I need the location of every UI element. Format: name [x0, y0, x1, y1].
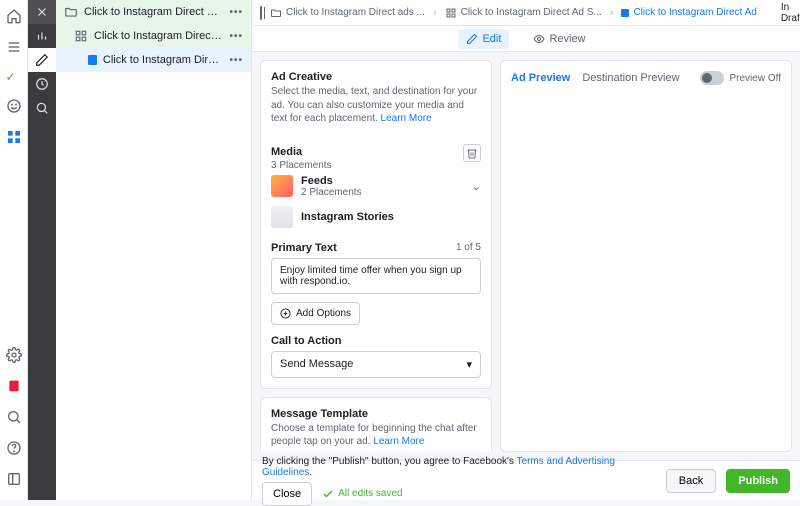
tree-campaign-label: Click to Instagram Direct ads Campaign — [84, 6, 223, 18]
tree-ad-row[interactable]: Click to Instagram Direct Ad ••• — [56, 48, 251, 72]
clock-tool-icon[interactable] — [28, 72, 56, 96]
more-icon[interactable]: ••• — [229, 7, 243, 18]
main-panel: Click to Instagram Direct ads ... › Clic… — [252, 0, 800, 500]
chevron-right-icon: › — [433, 7, 437, 19]
home-icon[interactable] — [6, 8, 22, 27]
gear-icon[interactable] — [6, 347, 22, 366]
folder-icon — [64, 5, 78, 19]
mode-tabs: Edit Review — [252, 26, 800, 52]
media-count: 3 Placements — [271, 160, 332, 171]
zoom-tool-icon[interactable] — [28, 96, 56, 120]
learn-more-link[interactable]: Learn More — [373, 436, 424, 447]
editor-tool-rail — [28, 0, 56, 500]
preview-toggle[interactable] — [700, 71, 724, 85]
primary-text-count: 1 of 5 — [456, 242, 481, 253]
chevron-down-icon[interactable]: ⌄ — [472, 180, 481, 193]
breadcrumb-campaign[interactable]: Click to Instagram Direct ads ... — [270, 7, 425, 19]
preview-tabs: Ad Preview Destination Preview — [511, 72, 680, 84]
template-title: Message Template — [271, 408, 481, 420]
menu-icon[interactable] — [6, 39, 22, 58]
primary-text-input[interactable]: Enjoy limited time offer when you sign u… — [271, 258, 481, 294]
breadcrumb-bar: Click to Instagram Direct ads ... › Clic… — [252, 0, 800, 26]
saved-indicator: All edits saved — [322, 488, 402, 500]
cta-value: Send Message — [280, 358, 353, 370]
tab-review-label: Review — [549, 33, 585, 45]
tab-ad-preview[interactable]: Ad Preview — [511, 72, 570, 84]
publish-disclaimer: By clicking the "Publish" button, you ag… — [262, 456, 656, 506]
saved-label: All edits saved — [338, 488, 402, 499]
tree-campaign-row[interactable]: Click to Instagram Direct ads Campaign •… — [56, 0, 251, 24]
breadcrumb-adset-label: Click to Instagram Direct Ad S... — [461, 7, 602, 18]
collapse-icon[interactable] — [6, 471, 22, 490]
breadcrumb-ad-label: Click to Instagram Direct Ad — [633, 7, 756, 18]
adset-icon — [74, 29, 88, 43]
search-icon[interactable] — [6, 409, 22, 428]
footer-bar: By clicking the "Publish" button, you ag… — [252, 460, 800, 500]
add-options-button[interactable]: Add Options — [271, 302, 360, 325]
chart-tool-icon[interactable] — [28, 24, 56, 48]
checkmark-icon[interactable] — [6, 70, 22, 86]
close-editor-button[interactable] — [28, 0, 56, 24]
message-template-card: Message Template Choose a template for b… — [260, 397, 492, 453]
breadcrumb-adset[interactable]: Click to Instagram Direct Ad S... — [445, 7, 602, 19]
close-button[interactable]: Close — [262, 482, 312, 506]
media-stories-row[interactable]: Instagram Stories — [271, 202, 481, 232]
pencil-tool-icon[interactable] — [28, 48, 56, 72]
campaign-tree: Click to Instagram Direct ads Campaign •… — [56, 0, 252, 500]
tree-adset-label: Click to Instagram Direct Ad Set — [94, 30, 223, 42]
media-feeds-row[interactable]: Feeds 2 Placements ⌄ — [271, 171, 481, 202]
breadcrumb-ad[interactable]: Click to Instagram Direct Ad — [621, 7, 756, 18]
tab-review[interactable]: Review — [525, 29, 593, 49]
ad-icon — [88, 55, 97, 65]
cta-select[interactable]: Send Message ▾ — [271, 351, 481, 378]
tab-edit[interactable]: Edit — [458, 29, 509, 49]
more-icon[interactable]: ••• — [229, 55, 243, 66]
primary-text-label: Primary Text — [271, 242, 337, 254]
feeds-thumbnail — [271, 175, 293, 197]
cta-label: Call to Action — [271, 335, 481, 347]
help-icon[interactable] — [6, 440, 22, 459]
feeds-sub: 2 Placements — [301, 187, 362, 198]
preview-off-label: Preview Off — [730, 73, 782, 84]
stories-title: Instagram Stories — [301, 211, 394, 223]
breadcrumb-campaign-label: Click to Instagram Direct ads ... — [286, 7, 425, 18]
add-options-label: Add Options — [296, 308, 351, 319]
form-column: Ad Creative Select the media, text, and … — [260, 60, 492, 452]
grid-icon[interactable] — [6, 129, 22, 148]
global-nav-rail — [0, 0, 28, 500]
tree-ad-label: Click to Instagram Direct Ad — [103, 54, 224, 66]
chevron-right-icon: › — [610, 7, 614, 19]
delete-media-button[interactable] — [463, 144, 481, 162]
media-label: Media — [271, 146, 332, 158]
smiley-icon[interactable] — [6, 98, 22, 117]
chevron-down-icon: ▾ — [466, 358, 472, 371]
back-button[interactable]: Back — [666, 469, 716, 493]
status-label: In Draft — [781, 2, 800, 24]
tab-destination-preview[interactable]: Destination Preview — [582, 72, 679, 84]
preview-column: Ad Preview Destination Preview Preview O… — [500, 60, 792, 452]
panel-toggle-icon[interactable] — [260, 6, 262, 20]
ad-creative-card: Ad Creative Select the media, text, and … — [260, 60, 492, 389]
feeds-title: Feeds — [301, 175, 362, 187]
more-icon[interactable]: ••• — [229, 31, 243, 42]
ad-creative-sub: Select the media, text, and destination … — [271, 86, 477, 124]
stories-thumbnail — [271, 206, 293, 228]
tab-edit-label: Edit — [482, 33, 501, 45]
ad-icon — [621, 9, 629, 17]
ad-creative-title: Ad Creative — [271, 71, 481, 83]
publish-button[interactable]: Publish — [726, 469, 790, 493]
tree-adset-row[interactable]: Click to Instagram Direct Ad Set ••• — [56, 24, 251, 48]
learn-more-link[interactable]: Learn More — [381, 113, 432, 124]
notifications-icon[interactable] — [6, 378, 22, 397]
